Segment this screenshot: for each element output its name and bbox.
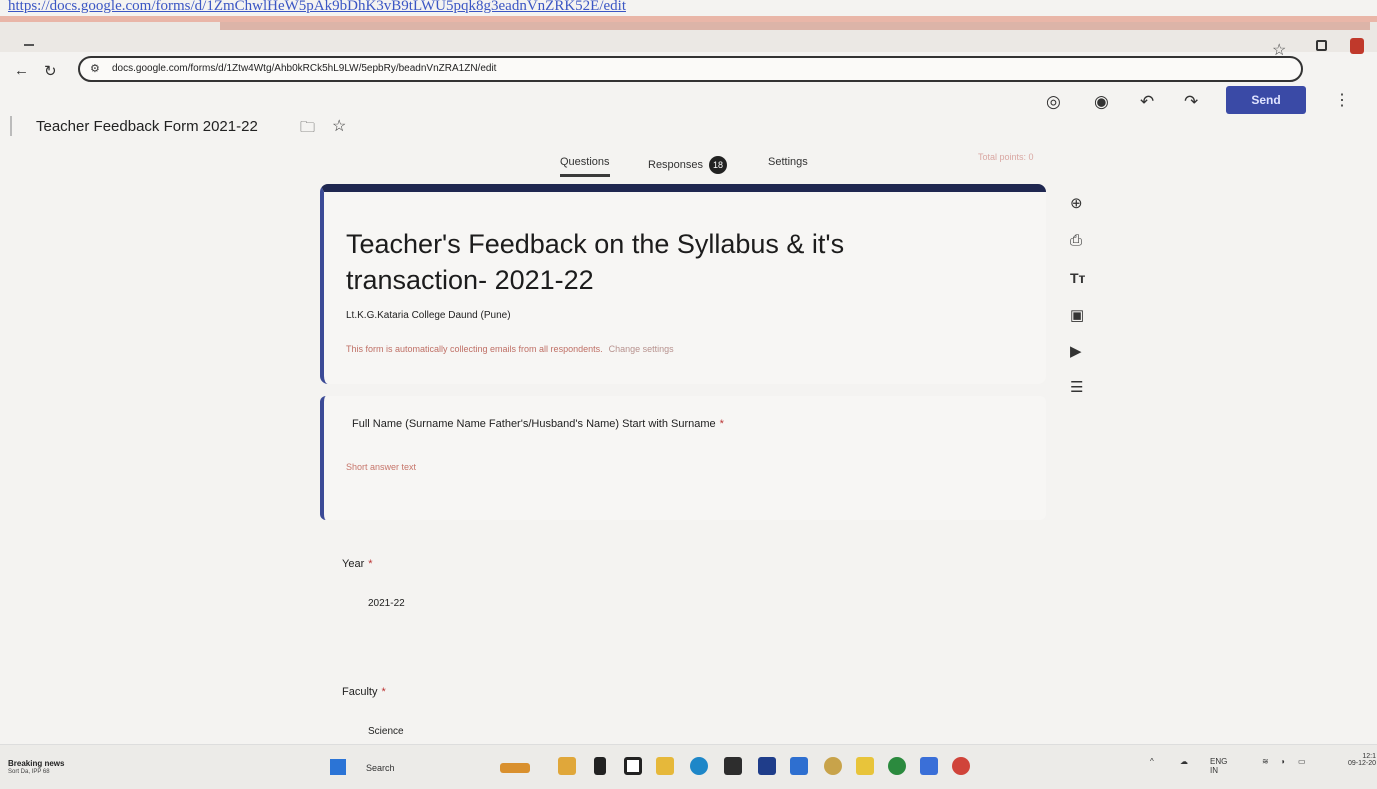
- document-title[interactable]: Teacher Feedback Form 2021-22: [36, 118, 258, 135]
- app-icon[interactable]: [824, 757, 842, 775]
- tab-responses-label: Responses: [648, 158, 704, 171]
- add-section-icon[interactable]: ☰: [1070, 378, 1083, 396]
- question-label: Full Name (Surname Name Father's/Husband…: [352, 418, 724, 430]
- active-tab[interactable]: [220, 22, 1370, 30]
- app-icon[interactable]: [790, 757, 808, 775]
- top-url-link[interactable]: https://docs.google.com/forms/d/1ZmChwlH…: [0, 0, 1377, 16]
- question-label: Faculty *: [342, 686, 386, 698]
- required-asterisk: *: [719, 418, 724, 430]
- edge-icon[interactable]: [690, 757, 708, 775]
- language-indicator[interactable]: ENG IN: [1210, 757, 1227, 775]
- omnibox[interactable]: ⚙ docs.google.com/forms/d/1Ztw4Wtg/Ahb0k…: [78, 56, 1303, 82]
- windows-start-icon[interactable]: [330, 759, 346, 775]
- question-card-full-name[interactable]: Full Name (Surname Name Father's/Husband…: [320, 396, 1046, 520]
- back-arrow-icon[interactable]: ←: [14, 62, 29, 79]
- forms-header: Teacher Feedback Form 2021-22 🗀 ☆ ◎ ◉ ↶ …: [0, 86, 1377, 146]
- form-tabs: Questions Responses 18 Settings Total poi…: [0, 146, 1377, 186]
- question-label-text: Full Name (Surname Name Father's/Husband…: [352, 418, 716, 430]
- undo-icon[interactable]: ↶: [1140, 92, 1154, 112]
- short-answer-placeholder[interactable]: Short answer text: [346, 462, 416, 472]
- clock-date: 09-12-20: [1347, 760, 1376, 767]
- add-question-icon[interactable]: ⊕: [1070, 194, 1083, 212]
- import-questions-icon[interactable]: ⎙: [1070, 232, 1082, 249]
- palette-icon[interactable]: ◎: [1046, 92, 1061, 112]
- widget-icon[interactable]: [500, 763, 530, 773]
- email-note-text: This form is automatically collecting em…: [346, 344, 603, 354]
- system-clock[interactable]: 12:1 09-12-20: [1332, 753, 1376, 767]
- tab-settings[interactable]: Settings: [768, 156, 808, 168]
- add-video-icon[interactable]: ▶: [1070, 342, 1082, 360]
- taskbar-search[interactable]: Search: [346, 759, 436, 777]
- divider: [10, 116, 12, 136]
- required-asterisk: *: [381, 686, 386, 698]
- app-icon[interactable]: [594, 757, 606, 775]
- app-icon[interactable]: [758, 757, 776, 775]
- tab-responses[interactable]: Responses 18: [648, 156, 728, 174]
- search-label: Search: [366, 763, 395, 773]
- question-card-year[interactable]: Year * 2021-22: [320, 540, 1046, 640]
- form-title[interactable]: Teacher's Feedback on the Syllabus & it'…: [346, 226, 986, 298]
- total-points: Total points: 0: [978, 152, 1034, 162]
- browser-tabstrip: ☆: [0, 16, 1377, 59]
- star-icon[interactable]: ☆: [332, 116, 346, 136]
- question-toolbar: ⊕ ⎙ Tт ▣ ▶ ☰: [1066, 194, 1094, 404]
- redo-icon[interactable]: ↷: [1184, 92, 1198, 112]
- lang-label: ENG: [1210, 757, 1228, 766]
- battery-icon[interactable]: ▭: [1298, 757, 1306, 766]
- more-vert-icon[interactable]: ⋮: [1334, 90, 1350, 110]
- windows-taskbar: Breaking news Sort Da, IPP 68 Search ^ ☁…: [0, 744, 1377, 789]
- app-icon[interactable]: [856, 757, 874, 775]
- form-description[interactable]: Lt.K.G.Kataria College Daund (Pune): [346, 310, 511, 321]
- add-title-icon[interactable]: Tт: [1070, 270, 1085, 286]
- question-label: Year *: [342, 558, 373, 570]
- app-icon[interactable]: [724, 757, 742, 775]
- question-label-text: Year: [342, 558, 365, 570]
- responses-count-badge: 18: [709, 156, 728, 174]
- reload-icon[interactable]: ↻: [44, 62, 57, 80]
- volume-icon[interactable]: ◑: [1280, 757, 1285, 766]
- wifi-icon[interactable]: ≋: [1262, 757, 1269, 766]
- news-widget-subtitle: Sort Da, IPP 68: [8, 769, 50, 775]
- add-image-icon[interactable]: ▣: [1070, 306, 1084, 324]
- news-widget-title[interactable]: Breaking news: [8, 759, 64, 768]
- preview-eye-icon[interactable]: ◉: [1094, 92, 1109, 112]
- app-icon[interactable]: [920, 757, 938, 775]
- required-asterisk: *: [368, 558, 373, 570]
- address-bar-row: ← ↻ ⚙ docs.google.com/forms/d/1Ztw4Wtg/A…: [0, 52, 1377, 86]
- email-collection-note: This form is automatically collecting em…: [346, 344, 674, 354]
- clock-time: 12:1: [1362, 753, 1376, 760]
- region-label: IN: [1210, 766, 1218, 775]
- extensions-icon[interactable]: [1316, 40, 1327, 51]
- chrome-icon[interactable]: [888, 757, 906, 775]
- folder-icon[interactable]: 🗀: [300, 117, 315, 142]
- option-value[interactable]: 2021-22: [368, 598, 405, 609]
- change-settings-link[interactable]: Change settings: [609, 344, 674, 354]
- site-info-icon[interactable]: ⚙: [90, 62, 100, 75]
- file-explorer-icon[interactable]: [656, 757, 674, 775]
- chrome-icon[interactable]: [952, 757, 970, 775]
- app-icon[interactable]: [558, 757, 576, 775]
- form-title-card[interactable]: Teacher's Feedback on the Syllabus & it'…: [320, 184, 1046, 384]
- question-card-faculty[interactable]: Faculty * Science: [320, 670, 1046, 744]
- address-url[interactable]: docs.google.com/forms/d/1Ztw4Wtg/Ahb0kRC…: [112, 63, 496, 74]
- cloud-icon[interactable]: ☁: [1180, 757, 1188, 766]
- tray-chevron-icon[interactable]: ^: [1150, 757, 1154, 766]
- send-button[interactable]: Send: [1226, 86, 1306, 114]
- minimize-icon[interactable]: [24, 44, 34, 46]
- app-icon[interactable]: [624, 757, 642, 775]
- question-label-text: Faculty: [342, 686, 378, 698]
- tab-questions[interactable]: Questions: [560, 156, 610, 177]
- option-value[interactable]: Science: [368, 726, 404, 737]
